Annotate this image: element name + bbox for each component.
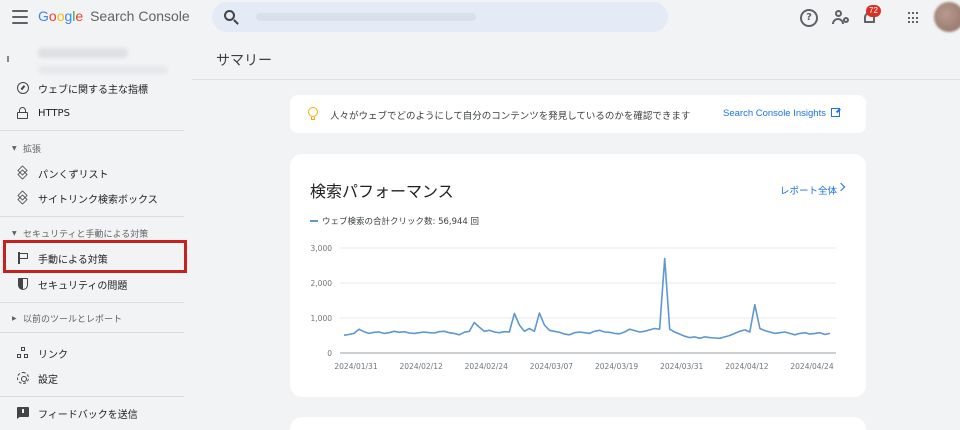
sidebar-divider [0, 332, 184, 333]
performance-title: 検索パフォーマンス [310, 182, 454, 201]
x-tick-label: 2024/02/12 [400, 362, 443, 371]
sidebar-divider [0, 396, 184, 397]
feedback-icon [17, 407, 29, 419]
avatar[interactable] [934, 2, 960, 32]
sidebar-item-label: フィードバックを送信 [38, 409, 138, 421]
page-title: サマリー [216, 53, 272, 69]
notifications-badge: 72 [866, 5, 881, 17]
gauge-icon [17, 82, 29, 94]
y-tick-label: 2,000 [311, 279, 333, 288]
sidebar: ウェブに関する主な指標 HTTPS ▼ 拡張 パンくずリスト サイトリンク検索ボ… [0, 36, 192, 430]
legend-swatch [310, 220, 318, 222]
product-name: Search Console [90, 8, 190, 24]
top-app-bar: Google Search Console ? 72 [0, 0, 960, 36]
performance-card: 検索パフォーマンス レポート全体 ウェブ検索の合計クリック数: 56,944 回… [290, 154, 866, 397]
lightbulb-icon [308, 107, 318, 121]
sidebar-section-label: セキュリティと手動による対策 [23, 229, 149, 240]
performance-chart: 0 1,000 2,000 3,000 2024/01/31 2024/02/12 2024… [311, 244, 836, 371]
y-tick-label: 1,000 [311, 314, 333, 323]
search-icon [224, 10, 235, 21]
property-url-blurred [38, 66, 168, 74]
sidebar-item-label: リンク [38, 349, 68, 361]
app-logo[interactable]: Google Search Console [38, 8, 190, 24]
highlight-annotation-box [3, 240, 187, 273]
chevron-right-icon[interactable] [836, 182, 846, 192]
sidebar-item-label: HTTPS [38, 107, 70, 119]
sidebar-item-security-issues[interactable]: セキュリティの問題 [0, 272, 192, 296]
search-input[interactable] [246, 7, 656, 27]
property-selector-edge [7, 56, 9, 62]
sidebar-section-label: 拡張 [23, 144, 42, 155]
sidebar-item-label: サイトリンク検索ボックス [38, 194, 158, 206]
sidebar-section-enhancements[interactable]: ▼ 拡張 [0, 139, 192, 157]
sidebar-section-label: 以前のツールとレポート [23, 314, 123, 325]
legend-label: ウェブ検索の合計クリック数: 56,944 回 [322, 217, 480, 227]
logo-letter: o [48, 8, 57, 24]
link-icon [17, 347, 29, 359]
logo-letter: e [75, 8, 84, 24]
property-selector[interactable] [4, 40, 188, 76]
apps-grid-icon[interactable] [908, 12, 920, 24]
lock-icon [17, 107, 29, 119]
x-tick-label: 2024/03/19 [595, 362, 638, 371]
full-report-link[interactable]: レポート全体 [780, 183, 837, 197]
sidebar-item-breadcrumbs[interactable]: パンくずリスト [0, 161, 192, 185]
menu-icon[interactable] [12, 10, 28, 24]
search-bar[interactable] [212, 2, 668, 32]
logo-letter: G [38, 8, 49, 24]
x-tick-label: 2024/01/31 [334, 362, 377, 371]
shield-icon [17, 278, 29, 290]
property-name-blurred [38, 48, 128, 58]
caret-down-icon: ▼ [12, 144, 17, 152]
x-tick-label: 2024/03/31 [660, 362, 703, 371]
sidebar-section-legacy-tools[interactable]: ▶ 以前のツールとレポート [0, 309, 192, 327]
sidebar-item-core-web-vitals[interactable]: ウェブに関する主な指標 [0, 76, 192, 100]
sidebar-item-sitelinks-searchbox[interactable]: サイトリンク検索ボックス [0, 186, 192, 210]
series-line [343, 257, 831, 340]
insights-description: 人々がウェブでどのようにして自分のコンテンツを発見しているのかを確認できます [330, 111, 691, 122]
sidebar-item-feedback[interactable]: フィードバックを送信 [0, 401, 192, 425]
sidebar-item-https[interactable]: HTTPS [0, 101, 192, 125]
sidebar-item-settings[interactable]: 設定 [0, 366, 192, 390]
insights-card: 人々がウェブでどのようにして自分のコンテンツを発見しているのかを確認できます S… [290, 95, 866, 133]
x-tick-label: 2024/02/24 [465, 362, 508, 371]
x-tick-label: 2024/04/12 [725, 362, 768, 371]
chart-legend[interactable]: ウェブ検索の合計クリック数: 56,944 回 [310, 215, 479, 227]
page-header-divider [192, 79, 960, 80]
sidebar-item-label: セキュリティの問題 [38, 280, 128, 292]
open-in-new-icon[interactable] [831, 108, 840, 117]
insights-link[interactable]: Search Console Insights [723, 108, 826, 119]
layers-icon [17, 190, 29, 205]
next-card [290, 417, 866, 430]
layers-icon [17, 165, 29, 180]
sidebar-item-links[interactable]: リンク [0, 341, 192, 365]
help-icon[interactable]: ? [800, 9, 818, 27]
gear-icon [17, 372, 29, 384]
sidebar-item-label: パンくずリスト [38, 169, 109, 181]
manage-accounts-icon[interactable] [832, 9, 850, 27]
y-tick-label: 3,000 [311, 244, 333, 253]
x-tick-label: 2024/04/24 [790, 362, 833, 371]
sidebar-item-label: ウェブに関する主な指標 [38, 84, 148, 96]
caret-right-icon: ▶ [12, 314, 17, 322]
sidebar-divider [0, 130, 184, 131]
caret-down-icon: ▼ [12, 229, 17, 237]
x-tick-label: 2024/03/07 [530, 362, 573, 371]
sidebar-item-label: 設定 [38, 374, 58, 386]
y-tick-label: 0 [327, 349, 332, 358]
sidebar-divider [0, 216, 184, 217]
sidebar-divider [0, 302, 184, 303]
